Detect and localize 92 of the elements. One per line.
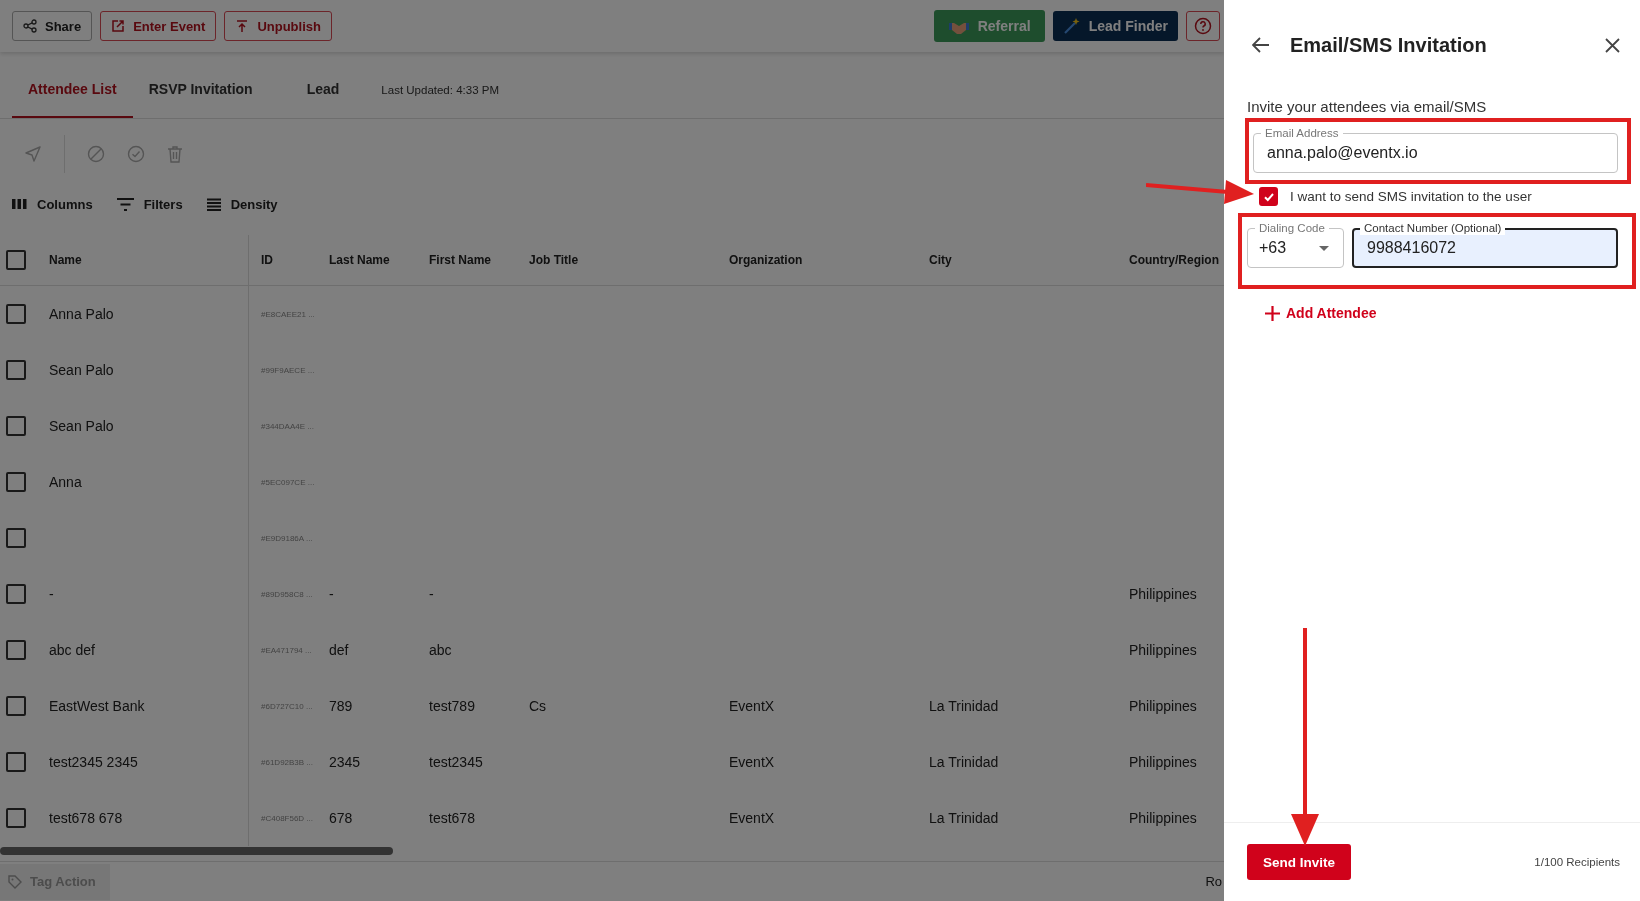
table-cell: - [429,586,434,602]
column-header[interactable]: Name [49,253,82,267]
checkbox[interactable] [6,250,26,270]
columns-button[interactable]: Columns [12,196,93,212]
table-cell: Sean Palo [49,362,114,378]
checkbox[interactable] [6,696,26,716]
table-cell: test2345 [429,754,483,770]
send-invite-button[interactable]: Send Invite [1247,844,1351,880]
table-cell: test789 [429,698,475,714]
tag-icon [8,874,22,889]
enter-button[interactable]: Enter Event [100,11,217,41]
sms-checkbox-label: I want to send SMS invitation to the user [1290,189,1532,204]
rows-per-page-label: Ro [1205,874,1222,889]
lead-finder-button[interactable]: Lead Finder [1052,11,1178,41]
external-link-icon [111,19,126,33]
tab[interactable]: Attendee List [12,62,133,118]
neutral-button[interactable]: Share [12,11,93,41]
panel-title: Email/SMS Invitation [1290,33,1488,57]
column-header[interactable]: Country/Region [1129,253,1219,267]
tab[interactable]: RSVP Invitation [132,62,269,118]
scrollbar[interactable] [0,847,393,855]
tab[interactable]: Lead [268,62,368,118]
recipients-count: 1/100 Recipients [1534,856,1620,868]
sms-checkbox[interactable] [1259,187,1278,206]
table-cell: #E9D9186A ... [261,533,313,543]
checkbox[interactable] [6,640,26,660]
table-cell: EventX [729,810,775,826]
columns-icon [12,198,27,210]
table-cell: Philippines [1129,754,1197,770]
checkbox[interactable] [6,304,26,324]
table-cell: #EA471794 ... [261,645,312,655]
unpublish-button[interactable]: Unpublish [224,11,332,41]
table-cell: EventX [729,698,775,714]
help-icon [1194,17,1212,35]
checkbox[interactable] [6,416,26,436]
table-cell: abc def [49,642,95,658]
table-cell: - [49,586,54,602]
help-button[interactable] [1186,11,1220,41]
table-cell: 789 [329,698,353,714]
table-cell: EastWest Bank [49,698,145,714]
checkbox[interactable] [6,752,26,772]
table-cell: test2345 2345 [49,754,138,770]
referral-button[interactable]: Referral [933,10,1045,42]
table-cell: La Trinidad [929,698,999,714]
table-cell: - [329,586,334,602]
field-label: Dialing Code [1255,221,1329,235]
table-cell: #99F9AECE ... [261,365,315,375]
table-cell: Philippines [1129,642,1197,658]
table-cell: 678 [329,810,353,826]
last-updated-text: Last Updated: 4:33 PM [381,83,499,98]
table-cell: test678 [429,810,475,826]
table-cell: Cs [529,698,547,714]
table-cell: Sean Palo [49,418,114,434]
table-cell: 2345 [329,754,361,770]
table-cell: Anna Palo [49,306,114,322]
field-label: Contact Number (Optional) [1360,221,1506,235]
checkbox[interactable] [6,472,26,492]
checkbox[interactable] [6,528,26,548]
check-circle-icon[interactable] [127,145,145,163]
table-cell: abc [429,642,452,658]
column-header[interactable]: First Name [429,253,492,267]
checkbox[interactable] [6,584,26,604]
column-header[interactable]: ID [261,253,273,267]
plus-icon [1265,305,1280,321]
column-header[interactable]: City [929,253,952,267]
close-icon[interactable] [1605,37,1620,53]
add-attendee-button[interactable]: Add Attendee [1265,305,1377,321]
checkbox[interactable] [6,360,26,380]
subtitle-text: Invite your attendees via email/SMS [1247,98,1488,115]
filters-button[interactable]: Filters [116,196,183,212]
table-cell: Philippines [1129,586,1197,602]
table-cell: Philippines [1129,810,1197,826]
checkbox[interactable] [6,808,26,828]
density-button[interactable]: Density [206,196,278,212]
caret-icon [1319,245,1329,251]
column-header[interactable]: Job Title [529,253,579,267]
column-header[interactable]: Last Name [329,253,390,267]
table-cell: La Trinidad [929,810,999,826]
table-cell: La Trinidad [929,754,999,770]
field-label: Email Address [1261,126,1343,140]
upload-icon [235,19,250,33]
magic-wand-icon [1062,17,1081,35]
table-cell: test678 678 [49,810,123,826]
back-arrow-icon[interactable] [1252,37,1270,53]
density-icon [206,197,221,211]
column-header[interactable]: Organization [729,253,803,267]
table-cell: Philippines [1129,698,1197,714]
table-cell: Anna [49,474,82,490]
table-cell: EventX [729,754,775,770]
filter-icon [116,197,134,211]
share-icon [23,19,37,33]
table-cell: def [329,642,349,658]
